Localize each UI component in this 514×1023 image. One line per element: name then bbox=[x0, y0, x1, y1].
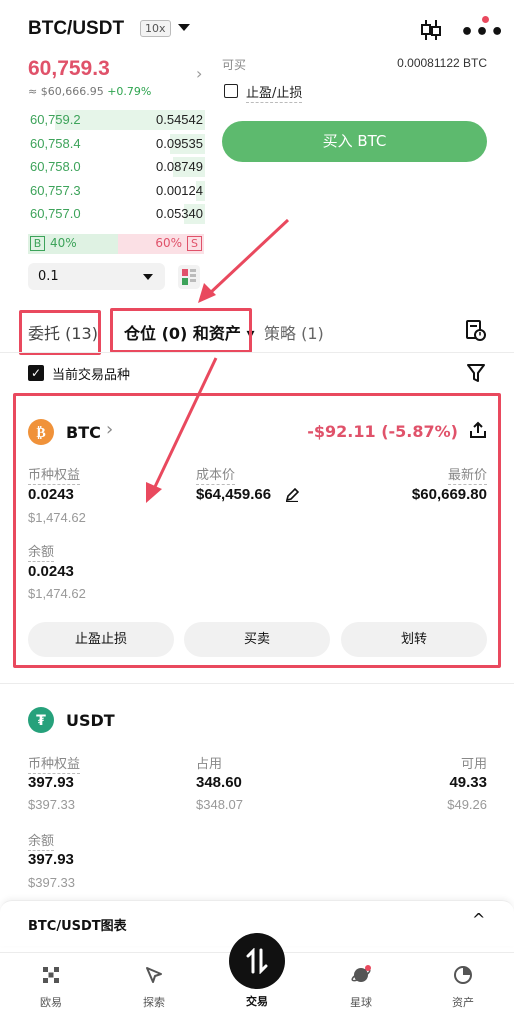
compass-icon bbox=[146, 967, 162, 983]
btc-balance-usd: $1,474.62 bbox=[28, 586, 86, 601]
usdt-avail: 49.33 bbox=[449, 774, 487, 791]
okx-logo-icon bbox=[43, 967, 59, 983]
nav-label-trade[interactable]: 交易 bbox=[206, 993, 308, 1009]
btc-equity-label: 币种权益 bbox=[28, 464, 81, 485]
nav-okx[interactable]: 欧易 bbox=[0, 955, 102, 1010]
usdt-coin-icon: ₮ bbox=[28, 707, 54, 733]
trade-button[interactable]: 买卖 bbox=[184, 622, 330, 657]
svg-text:₮: ₮ bbox=[36, 713, 46, 729]
btc-equity-usd: $1,474.62 bbox=[28, 510, 86, 525]
btc-cost: $64,459.66 bbox=[196, 486, 272, 503]
nav-label-planet: 星球 bbox=[350, 996, 372, 1009]
pie-chart-icon bbox=[454, 966, 472, 984]
nav-trade-button[interactable] bbox=[229, 933, 285, 989]
btc-cost-label: 成本价 bbox=[196, 464, 236, 485]
btc-last-label: 最新价 bbox=[447, 464, 487, 485]
usdt-used-label: 占用 bbox=[196, 757, 223, 772]
usdt-used-usd: $348.07 bbox=[196, 797, 243, 812]
nav-label-okx: 欧易 bbox=[40, 996, 62, 1009]
transfer-button[interactable]: 划转 bbox=[341, 622, 487, 657]
highlight-positions bbox=[110, 308, 252, 353]
nav-explore[interactable]: 探索 bbox=[103, 955, 205, 1010]
trade-swap-icon bbox=[246, 948, 268, 974]
btc-last: $60,669.80 bbox=[411, 486, 487, 503]
edit-icon[interactable] bbox=[285, 488, 299, 502]
btc-balance-label: 余额 bbox=[28, 541, 55, 562]
chevron-up-icon[interactable]: ^ bbox=[472, 910, 485, 929]
tab-strategy[interactable]: 策略 (1) bbox=[264, 320, 324, 344]
current-symbol-label: 当前交易品种 bbox=[52, 368, 131, 383]
nav-label-explore: 探索 bbox=[143, 996, 165, 1009]
usdt-equity-label: 币种权益 bbox=[28, 753, 81, 774]
filter-icon[interactable] bbox=[467, 364, 485, 382]
btc-asset-name[interactable]: BTC bbox=[66, 423, 101, 442]
planet-icon bbox=[351, 965, 371, 982]
history-icon[interactable] bbox=[466, 320, 486, 342]
nav-label-assets: 资产 bbox=[452, 996, 474, 1009]
usdt-avail-usd: $49.26 bbox=[447, 797, 487, 812]
share-icon[interactable] bbox=[469, 421, 487, 439]
chart-drawer-label: BTC/USDT图表 bbox=[28, 919, 127, 934]
usdt-avail-label: 可用 bbox=[460, 757, 487, 772]
current-symbol-checkbox[interactable]: ✓ bbox=[28, 365, 44, 381]
usdt-balance-usd: $397.33 bbox=[28, 875, 75, 890]
usdt-equity: 397.93 bbox=[28, 774, 74, 791]
usdt-equity-usd: $397.33 bbox=[28, 797, 75, 812]
nav-assets[interactable]: 资产 bbox=[412, 955, 514, 1010]
usdt-balance-label: 余额 bbox=[28, 830, 55, 851]
btc-balance: 0.0243 bbox=[28, 563, 74, 580]
tpsl-button[interactable]: 止盈止损 bbox=[28, 622, 174, 657]
highlight-orders bbox=[19, 310, 101, 355]
svg-text:₿: ₿ bbox=[36, 425, 45, 441]
btc-pnl: -$92.11 (-5.87%) bbox=[307, 422, 458, 441]
usdt-balance: 397.93 bbox=[28, 851, 74, 868]
btc-chevron-icon[interactable]: › bbox=[106, 419, 113, 440]
btc-equity: 0.0243 bbox=[28, 486, 74, 503]
btc-coin-icon: ₿ bbox=[28, 419, 54, 445]
nav-planet[interactable]: 星球 bbox=[310, 955, 412, 1010]
usdt-asset-name: USDT bbox=[66, 711, 115, 730]
usdt-used: 348.60 bbox=[196, 774, 242, 791]
